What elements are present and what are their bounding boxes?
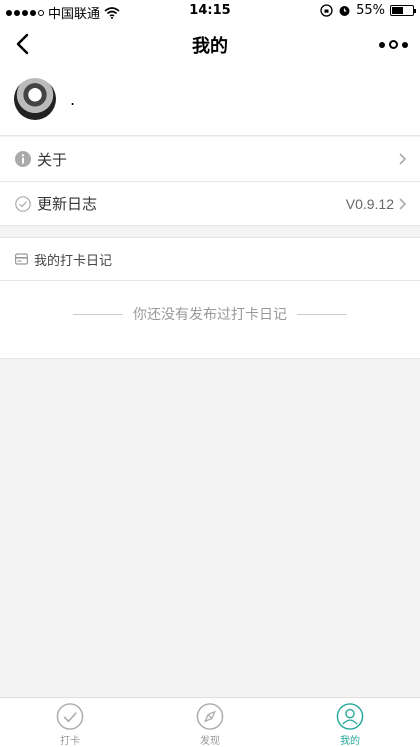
alarm-icon — [339, 6, 350, 16]
more-dots-icon[interactable] — [379, 40, 408, 49]
menu-item-label: 关于 — [37, 150, 68, 169]
profile-section[interactable]: . — [0, 66, 420, 136]
compass-icon — [196, 703, 224, 730]
rotation-lock-icon — [320, 4, 333, 17]
settings-menu: 关于 更新日志 V0.9.12 — [0, 137, 420, 226]
checkin-diary-section: 我的打卡日记 你还没有发布过打卡日记 — [0, 237, 420, 359]
tab-bar: 打卡 发现 我的 — [0, 697, 420, 747]
diary-header: 我的打卡日记 — [0, 238, 420, 281]
avatar[interactable] — [14, 78, 56, 120]
version-label: V0.9.12 — [345, 196, 394, 212]
page-title: 我的 — [192, 36, 228, 57]
battery-percent: 55% — [356, 3, 385, 18]
status-right: 55% — [320, 3, 416, 18]
menu-item-about[interactable]: 关于 — [0, 137, 420, 181]
menu-item-changelog[interactable]: 更新日志 V0.9.12 — [0, 181, 420, 225]
user-icon — [336, 703, 364, 730]
chevron-right-icon — [399, 198, 407, 210]
diary-empty-state: 你还没有发布过打卡日记 — [0, 304, 420, 324]
tab-mine[interactable]: 我的 — [280, 698, 420, 747]
status-bar: 中国联通 14:15 55% — [0, 0, 420, 22]
tab-label: 发现 — [200, 736, 220, 747]
check-circle-icon — [15, 195, 31, 212]
nickname: . — [70, 90, 76, 109]
tab-label: 我的 — [340, 736, 360, 747]
empty-state-text: 你还没有发布过打卡日记 — [133, 307, 287, 323]
diary-title: 我的打卡日记 — [34, 253, 113, 269]
divider — [297, 313, 347, 315]
divider — [73, 313, 123, 315]
info-icon — [15, 151, 31, 167]
tab-discover[interactable]: 发现 — [140, 698, 280, 747]
menu-item-label: 更新日志 — [37, 195, 98, 213]
battery-icon — [390, 5, 416, 16]
check-circle-icon — [56, 703, 84, 730]
tab-checkin[interactable]: 打卡 — [0, 698, 140, 747]
nav-bar: 我的 — [0, 22, 420, 66]
chevron-right-icon — [399, 153, 407, 165]
card-icon — [15, 253, 28, 265]
tab-label: 打卡 — [60, 736, 80, 747]
